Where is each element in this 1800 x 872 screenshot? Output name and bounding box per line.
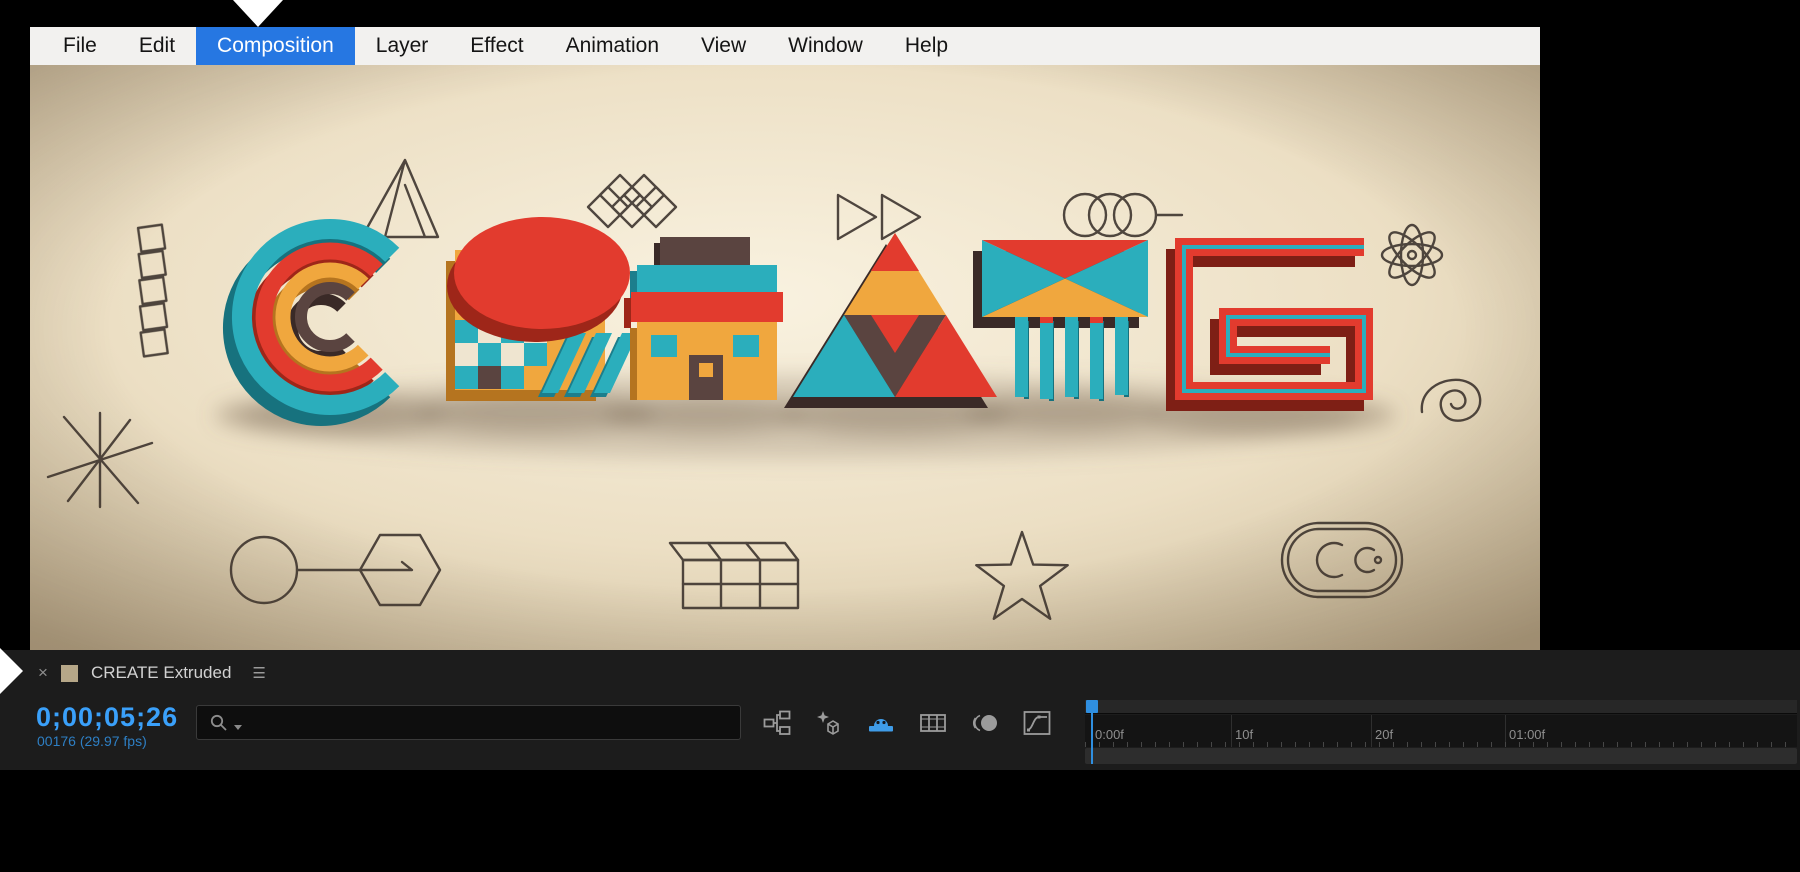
menu-help[interactable]: Help <box>884 27 969 65</box>
ruler-label-2: 20f <box>1375 727 1394 742</box>
menu-file[interactable]: File <box>42 27 118 65</box>
draft-3d-icon[interactable] <box>814 708 844 738</box>
frame-ticks <box>1085 742 1797 747</box>
comp-color-swatch[interactable] <box>60 664 78 682</box>
time-ruler[interactable]: 0:00f 10f 20f 01:00f <box>1085 700 1797 764</box>
menu-window[interactable]: Window <box>767 27 884 65</box>
menu-effect[interactable]: Effect <box>449 27 544 65</box>
timeline-toggle-bar <box>762 708 1052 738</box>
playhead-handle[interactable] <box>1086 700 1098 713</box>
menu-layer[interactable]: Layer <box>355 27 450 65</box>
search-options-caret-icon[interactable] <box>234 724 242 730</box>
menu-bar: File Edit Composition Layer Effect Anima… <box>30 27 1540 65</box>
panel-menu-icon[interactable]: ☰ <box>252 664 265 682</box>
time-ruler-numbers[interactable]: 0:00f 10f 20f 01:00f <box>1085 715 1797 747</box>
vignette-overlay <box>30 65 1540 650</box>
timeline-panel: × CREATE Extruded ☰ 0;00;05;26 00176 (29… <box>0 650 1800 872</box>
app-window: File Edit Composition Layer Effect Anima… <box>0 0 1800 872</box>
menu-composition[interactable]: Composition <box>196 27 355 65</box>
ruler-label-3: 01:00f <box>1509 727 1546 742</box>
graph-editor-icon[interactable] <box>1022 708 1052 738</box>
search-input[interactable] <box>196 705 741 740</box>
close-icon[interactable]: × <box>38 663 48 683</box>
motion-blur-icon[interactable] <box>970 708 1000 738</box>
shy-layers-icon[interactable] <box>866 708 896 738</box>
current-timecode[interactable]: 0;00;05;26 <box>36 702 178 733</box>
menu-animation[interactable]: Animation <box>545 27 680 65</box>
create-artwork <box>30 65 1540 650</box>
composition-viewport[interactable] <box>30 65 1540 650</box>
search-icon <box>210 714 227 731</box>
frame-blending-icon[interactable] <box>918 708 948 738</box>
mini-flowchart-icon[interactable] <box>762 708 792 738</box>
ruler-label-1: 10f <box>1235 727 1254 742</box>
frame-info: 00176 (29.97 fps) <box>37 733 147 749</box>
time-navigator[interactable] <box>1085 700 1797 714</box>
timeline-tab-row: × CREATE Extruded ☰ <box>0 650 266 696</box>
menu-view[interactable]: View <box>680 27 767 65</box>
ruler-label-0: 0:00f <box>1095 727 1124 742</box>
down-arrow-icon <box>233 0 283 27</box>
timeline-tab-title[interactable]: CREATE Extruded <box>91 663 231 683</box>
work-area-bar[interactable] <box>1085 748 1797 764</box>
menu-edit[interactable]: Edit <box>118 27 196 65</box>
right-arrow-icon <box>0 648 23 694</box>
